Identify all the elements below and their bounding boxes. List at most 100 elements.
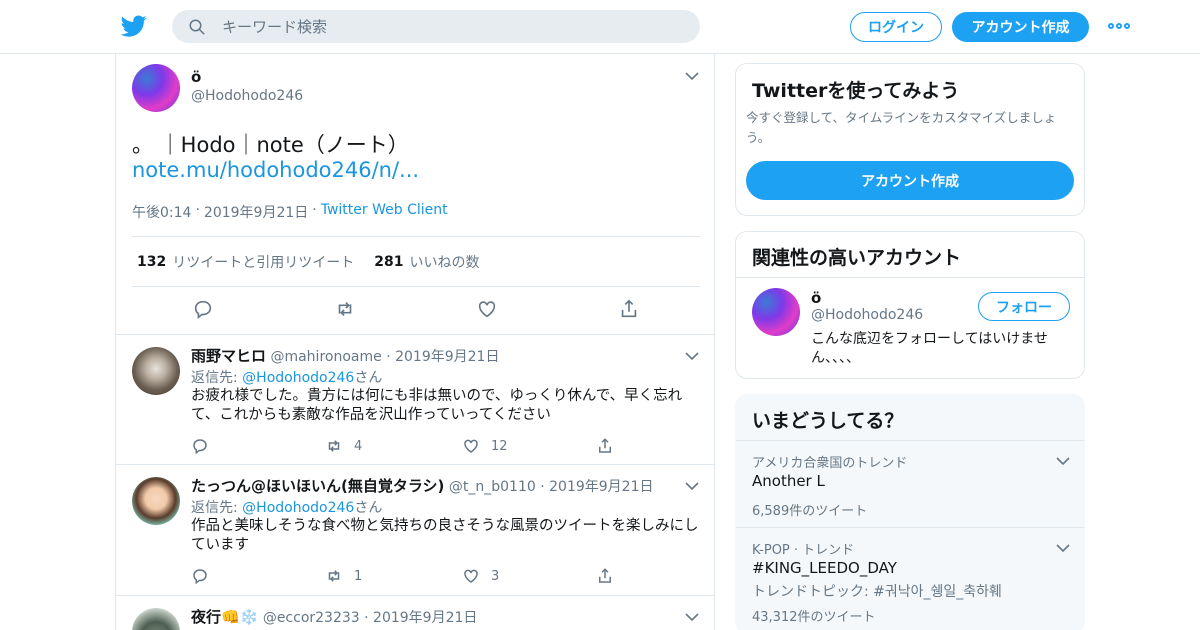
like-icon <box>464 569 478 583</box>
trend-item[interactable]: K-POP · トレンド #KING_LEEDO_DAY トレンドトピック: #… <box>736 527 1084 630</box>
search-input[interactable]: キーワード検索 <box>172 10 700 43</box>
trend-meta: K-POP · トレンド <box>752 543 855 558</box>
related-card-title: 関連性の高いアカウント <box>752 247 962 269</box>
reply-icon[interactable] <box>192 298 214 320</box>
tweet-text: 作品と美味しそうな食べ物と気持ちの良さそうな風景のツイートを楽しみにしています <box>191 518 699 553</box>
tweet-meta: 午後0:14 · 2019年9月21日 · Twitter Web Client <box>132 202 448 222</box>
chevron-down-icon[interactable] <box>685 612 699 622</box>
main-tweet: ö @Hodohodo246 。 ｜Hodo｜note（ノート） note.mu… <box>116 54 714 335</box>
like-icon[interactable] <box>476 298 498 320</box>
twitter-logo-icon[interactable] <box>120 13 148 39</box>
like-action[interactable]: 3 <box>461 567 499 585</box>
author-handle[interactable]: @mahironoame <box>270 349 381 365</box>
reply-action[interactable] <box>191 437 209 455</box>
trend-meta: アメリカ合衆国のトレンド <box>752 456 908 471</box>
more-options-icon[interactable] <box>1108 21 1130 31</box>
reply-to-handle[interactable]: @Hodohodo246 <box>242 370 354 386</box>
like-count: 12 <box>491 438 508 454</box>
author-handle[interactable]: @t_n_b0110 <box>449 479 536 495</box>
like-label[interactable]: いいねの数 <box>409 252 479 272</box>
share-icon[interactable] <box>618 298 640 320</box>
tweet-time: 午後0:14 <box>132 205 192 221</box>
tweet-date: 2019年9月21日 <box>203 205 309 221</box>
author-name[interactable]: 雨野マヒロ <box>191 347 266 365</box>
signup-button[interactable]: アカウント作成 <box>952 12 1089 42</box>
tweet-date[interactable]: 2019年9月21日 <box>549 479 653 495</box>
related-name[interactable]: ö <box>811 289 821 307</box>
signup-card-button[interactable]: アカウント作成 <box>746 161 1074 200</box>
retweet-action[interactable]: 1 <box>324 567 362 585</box>
reply-to-handle[interactable]: @Hodohodo246 <box>242 500 354 516</box>
share-icon <box>599 438 611 453</box>
tweet-date[interactable]: 2019年9月21日 <box>373 610 477 626</box>
retweet-count[interactable]: 132 <box>137 254 166 270</box>
retweet-action[interactable]: 4 <box>324 437 362 455</box>
related-handle[interactable]: @Hodohodo246 <box>811 307 923 323</box>
author-handle[interactable]: @Hodohodo246 <box>191 88 303 104</box>
retweet-icon[interactable] <box>334 298 356 320</box>
top-bar: キーワード検索 ログイン アカウント作成 <box>0 0 1200 54</box>
trend-item[interactable]: アメリカ合衆国のトレンド Another L 6,589件のツイート <box>736 440 1084 527</box>
author-name[interactable]: 夜行👊❄️ <box>191 608 258 626</box>
tweet-source[interactable]: Twitter Web Client <box>321 202 448 222</box>
signup-card: Twitterを使ってみよう 今すぐ登録して、タイムラインをカスタマイズしましょ… <box>735 63 1085 216</box>
reply-tweet[interactable]: たっつん@ほいほいん(無自覚タラシ) @t_n_b0110 · 2019年9月2… <box>116 465 714 596</box>
reply-icon <box>193 439 207 455</box>
login-button[interactable]: ログイン <box>850 12 942 42</box>
related-accounts-card: 関連性の高いアカウント ö @Hodohodo246 フォロー こんな底辺をフォ… <box>735 231 1085 379</box>
trend-topic: トレンドトピック: #궈낙아_쉥일_축하훼 <box>752 584 1002 600</box>
chevron-down-icon[interactable] <box>685 481 699 491</box>
trends-card: いまどうしてる？ アメリカ合衆国のトレンド Another L 6,589件のツ… <box>735 394 1085 630</box>
chevron-down-icon[interactable] <box>1056 456 1070 466</box>
avatar[interactable] <box>752 288 800 336</box>
signup-card-title: Twitterを使ってみよう <box>752 80 960 102</box>
retweet-count: 4 <box>354 438 363 454</box>
share-action[interactable] <box>596 567 614 585</box>
avatar[interactable] <box>132 64 180 112</box>
chevron-down-icon[interactable] <box>685 351 699 361</box>
search-placeholder: キーワード検索 <box>222 18 328 36</box>
trend-name: Another L <box>752 472 825 490</box>
retweet-icon <box>328 570 340 582</box>
search-icon <box>189 19 205 34</box>
tweet-actions: 4 12 <box>191 437 631 457</box>
related-bio: こんな底辺をフォローしてはいけません、、、、 <box>811 331 1048 366</box>
reply-to: 返信先: @Hodohodo246さん <box>191 370 383 386</box>
tweet-link[interactable]: note.mu/hodohodo246/n/... <box>132 158 419 182</box>
tweet-actions <box>116 298 714 324</box>
retweet-icon <box>328 440 340 452</box>
reply-to: 返信先: @Hodohodo246さん <box>191 500 383 516</box>
tweet-stats: 132 リツイートと引用リツイート 281 いいねの数 <box>132 236 700 287</box>
retweet-count: 1 <box>354 568 363 584</box>
like-count: 3 <box>491 568 500 584</box>
reply-tweet[interactable]: 夜行👊❄️ @eccor23233 · 2019年9月21日 <box>116 596 714 630</box>
trend-name: #KING_LEEDO_DAY <box>752 559 897 577</box>
share-action[interactable] <box>596 437 614 455</box>
signup-card-description: 今すぐ登録して、タイムラインをカスタマイズしましょう。 <box>746 110 1057 145</box>
chevron-down-icon[interactable] <box>685 71 699 81</box>
author-name[interactable]: ö <box>191 68 201 86</box>
reply-action[interactable] <box>191 567 209 585</box>
avatar[interactable] <box>132 347 180 395</box>
author-name[interactable]: たっつん@ほいほいん(無自覚タラシ) <box>191 477 444 495</box>
like-action[interactable]: 12 <box>461 437 508 455</box>
trends-title: いまどうしてる？ <box>752 410 904 432</box>
like-icon <box>464 439 478 453</box>
trend-count: 43,312件のツイート <box>752 610 876 625</box>
follow-button[interactable]: フォロー <box>978 292 1070 321</box>
retweet-label[interactable]: リツイートと引用リツイート <box>172 252 354 272</box>
reply-tweet[interactable]: 雨野マヒロ @mahironoame · 2019年9月21日 返信先: @Ho… <box>116 335 714 465</box>
share-icon <box>599 568 611 583</box>
tweet-actions: 1 3 <box>191 567 631 587</box>
author-handle[interactable]: @eccor23233 <box>263 610 360 626</box>
like-count[interactable]: 281 <box>374 254 403 270</box>
trend-count: 6,589件のツイート <box>752 504 868 519</box>
tweet-date[interactable]: 2019年9月21日 <box>395 349 499 365</box>
chevron-down-icon[interactable] <box>1056 543 1070 553</box>
avatar[interactable] <box>132 608 180 630</box>
reply-icon <box>193 569 207 585</box>
timeline-column: ö @Hodohodo246 。 ｜Hodo｜note（ノート） note.mu… <box>115 54 715 630</box>
tweet-text: お疲れ様でした。貴方には何にも非は無いので、ゆっくり休んで、早く忘れて、これから… <box>191 388 683 423</box>
tweet-text: 。 ｜Hodo｜note（ノート） <box>132 133 409 157</box>
avatar[interactable] <box>132 477 180 525</box>
